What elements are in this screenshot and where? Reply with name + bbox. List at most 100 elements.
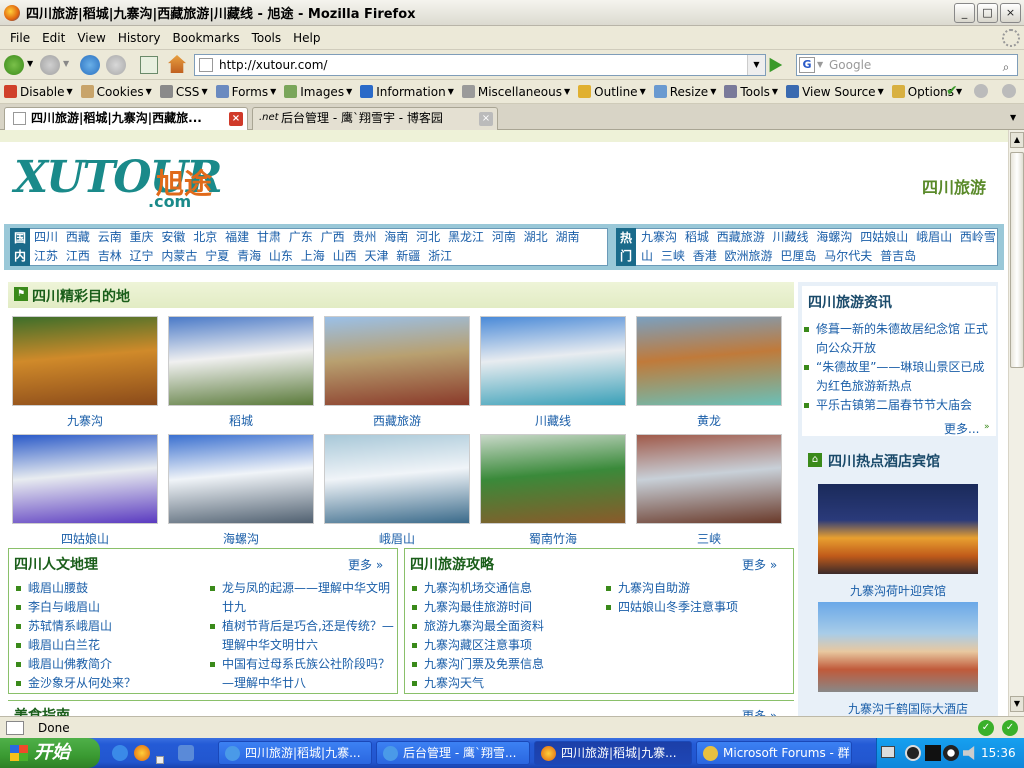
menu-history[interactable]: History [112, 31, 167, 45]
scroll-up-icon[interactable]: ▲ [1010, 132, 1024, 148]
hotel-name-1[interactable]: 九寨沟荷叶迎宾馆 [818, 582, 978, 599]
search-input[interactable]: G ▼ Google ⌕ [796, 54, 1018, 76]
destination-name[interactable]: 蜀南竹海 [480, 530, 626, 547]
article-link[interactable]: 植树节背后是巧合,还是传统？—理解中华文明廿六 [208, 617, 394, 655]
culture-more-link[interactable]: 更多 » [348, 556, 383, 573]
destination-name[interactable]: 川藏线 [480, 412, 626, 429]
region-link[interactable]: 山西 [333, 249, 357, 263]
menu-tools[interactable]: Tools [246, 31, 288, 45]
destination-photo[interactable] [480, 434, 626, 524]
article-link[interactable]: 旅游九寨沟最全面资料 [410, 617, 600, 636]
go-icon[interactable] [769, 57, 783, 73]
hot-link[interactable]: 川藏线 [773, 230, 809, 244]
article-link[interactable]: 修葺一新的朱德故居纪念馆 正式向公众开放 [802, 320, 996, 358]
region-link[interactable]: 湖北 [524, 230, 548, 244]
hot-link[interactable]: 香港 [693, 249, 717, 263]
destination-photo[interactable] [636, 316, 782, 406]
region-link[interactable]: 江西 [66, 249, 90, 263]
article-link[interactable]: 九寨沟自助游 [604, 579, 790, 598]
hot-link[interactable]: 普吉岛 [880, 249, 916, 263]
guide-more-link[interactable]: 更多 » [742, 556, 777, 573]
region-link[interactable]: 北京 [193, 230, 217, 244]
destination-photo[interactable] [324, 316, 470, 406]
region-link[interactable]: 西藏 [66, 230, 90, 244]
js-status-icon[interactable] [1002, 84, 1016, 98]
security-check-icon[interactable]: ✓ [1002, 720, 1018, 736]
qq-icon[interactable] [943, 745, 959, 761]
article-link[interactable]: 四姑娘山冬季注意事项 [604, 598, 790, 617]
devbar-view-source-menu[interactable]: View Source ▼ [786, 85, 884, 99]
hotel-name-2[interactable]: 九寨沟千鹤国际大酒店 [818, 700, 998, 716]
food-more-link[interactable]: 更多 » [742, 707, 777, 716]
url-dropdown-icon[interactable]: ▼ [747, 55, 765, 75]
ie-quicklaunch-icon[interactable] [112, 745, 128, 761]
region-link[interactable]: 四川 [34, 230, 58, 244]
tray-terminal-icon[interactable] [925, 745, 941, 761]
devbar-forms-menu[interactable]: Forms ▼ [215, 85, 276, 99]
region-link[interactable]: 山东 [269, 249, 293, 263]
region-link[interactable]: 新疆 [396, 249, 420, 263]
article-link[interactable]: 李白与峨眉山 [14, 598, 204, 617]
maximize-button[interactable]: □ [977, 3, 998, 23]
region-link[interactable]: 青海 [237, 249, 261, 263]
region-link[interactable]: 广东 [289, 230, 313, 244]
menu-help[interactable]: Help [287, 31, 326, 45]
article-link[interactable]: 平乐古镇第二届春节节大庙会 [802, 396, 996, 415]
taskbar-task[interactable]: 四川旅游|稻城|九寨... [534, 741, 692, 765]
tab-close-icon[interactable]: × [229, 112, 243, 126]
article-link[interactable]: 峨眉山白兰花 [14, 636, 204, 655]
hot-link[interactable]: 九寨沟 [641, 230, 677, 244]
article-link[interactable]: 九寨沟天气 [410, 674, 600, 693]
destination-name[interactable]: 九寨沟 [12, 412, 158, 429]
hot-link[interactable]: 巴厘岛 [780, 249, 816, 263]
hot-link[interactable]: 马尔代夫 [824, 249, 872, 263]
scroll-thumb[interactable] [1010, 152, 1024, 368]
back-dropdown-icon[interactable]: ▼ [27, 59, 33, 68]
region-link[interactable]: 云南 [98, 230, 122, 244]
region-link[interactable]: 安徽 [161, 230, 185, 244]
taskbar-task[interactable]: 四川旅游|稻城|九寨... [218, 741, 372, 765]
vertical-scrollbar[interactable]: ▲ ▼ [1008, 130, 1024, 716]
reload-icon[interactable] [80, 55, 100, 75]
tab-list-icon[interactable]: ▼ [1010, 113, 1016, 122]
region-link[interactable]: 内蒙古 [161, 249, 197, 263]
menu-bookmarks[interactable]: Bookmarks [167, 31, 246, 45]
article-link[interactable]: 九寨沟藏区注意事项 [410, 636, 600, 655]
destination-photo[interactable] [168, 434, 314, 524]
clock[interactable]: 15:36 [981, 738, 1016, 768]
tab-xutour[interactable]: 四川旅游|稻城|九寨沟|西藏旅... × [4, 107, 248, 130]
article-link[interactable]: “朱德故里”——琳琅山景区已成为红色旅游新热点 [802, 358, 996, 396]
devbar-miscellaneous-menu[interactable]: Miscellaneous ▼ [461, 85, 570, 99]
destination-photo[interactable] [168, 316, 314, 406]
article-link[interactable]: 苏轼情系峨眉山 [14, 617, 204, 636]
article-link[interactable]: 中国有过母系氏族公社阶段吗？—理解中华廿八 [208, 655, 394, 693]
destination-photo[interactable] [12, 434, 158, 524]
forward-dropdown-icon[interactable]: ▼ [63, 59, 69, 68]
region-link[interactable]: 黑龙江 [448, 230, 484, 244]
quicklaunch-icon[interactable] [178, 745, 194, 761]
tray-app-icon[interactable] [905, 745, 921, 761]
article-link[interactable]: 金沙象牙从何处来？ [14, 674, 204, 693]
article-link[interactable]: 峨眉山佛教简介 [14, 655, 204, 674]
taskbar-task[interactable]: 后台管理 - 鹰`翔雪... [376, 741, 530, 765]
tab-cnblogs[interactable]: .net 后台管理 - 鹰`翔雪宇 - 博客园 × [252, 107, 498, 130]
destination-name[interactable]: 四姑娘山 [12, 530, 158, 547]
start-button[interactable]: 开始 [0, 738, 100, 768]
search-icon[interactable]: ⌕ [997, 57, 1015, 74]
home-icon[interactable] [168, 55, 186, 73]
destination-photo[interactable] [636, 434, 782, 524]
region-link[interactable]: 浙江 [428, 249, 452, 263]
stop-icon[interactable] [106, 55, 126, 75]
devbar-cookies-menu[interactable]: Cookies ▼ [80, 85, 152, 99]
destination-name[interactable]: 峨眉山 [324, 530, 470, 547]
css-status-icon[interactable] [974, 84, 988, 98]
destination-name[interactable]: 三峡 [636, 530, 782, 547]
volume-icon[interactable] [963, 746, 975, 760]
news-more-link[interactable]: 更多... [944, 420, 979, 437]
region-link[interactable]: 天津 [364, 249, 388, 263]
devbar-disable-menu[interactable]: Disable ▼ [4, 85, 73, 99]
destination-photo[interactable] [480, 316, 626, 406]
menu-view[interactable]: View [71, 31, 111, 45]
region-link[interactable]: 福建 [225, 230, 249, 244]
destination-name[interactable]: 西藏旅游 [324, 412, 470, 429]
